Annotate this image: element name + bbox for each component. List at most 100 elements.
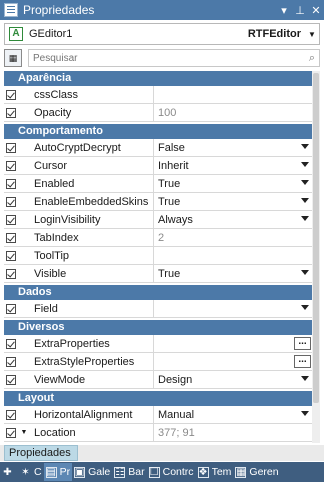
property-checkbox[interactable] xyxy=(6,268,16,279)
property-row[interactable]: EnableEmbeddedSkins True xyxy=(4,193,312,211)
dropdown-arrow-icon[interactable] xyxy=(301,270,309,275)
chevron-down-icon[interactable]: ▼ xyxy=(305,30,319,39)
property-row[interactable]: Opacity 100 xyxy=(4,104,312,122)
ellipsis-button[interactable]: ... xyxy=(294,355,311,368)
scrollbar-thumb[interactable] xyxy=(313,73,319,403)
category-header[interactable]: Comportamento xyxy=(4,124,312,139)
property-checkbox[interactable] xyxy=(6,409,16,420)
property-value[interactable] xyxy=(154,300,312,317)
property-row[interactable]: LoginVisibility Always xyxy=(4,211,312,229)
property-name: Opacity xyxy=(30,104,154,121)
row-gutter xyxy=(4,229,18,246)
dropdown-arrow-icon[interactable] xyxy=(301,411,309,416)
toolbar-item-label: Tem xyxy=(211,466,232,478)
property-value[interactable]: True xyxy=(154,265,312,282)
dropdown-arrow-icon[interactable] xyxy=(301,144,309,149)
object-selector[interactable]: A GEditor1 RTFEditor ▼ xyxy=(4,23,320,45)
property-value[interactable]: True xyxy=(154,175,312,192)
property-row[interactable]: ▼ Location 377; 91 xyxy=(4,424,312,442)
row-indent xyxy=(18,229,30,246)
property-value-text: 377; 91 xyxy=(158,426,195,439)
property-checkbox[interactable] xyxy=(6,107,16,118)
category-header[interactable]: Layout xyxy=(4,391,312,406)
property-name: Field xyxy=(30,300,154,317)
tab-propiedades[interactable]: Propiedades xyxy=(4,445,78,461)
property-checkbox[interactable] xyxy=(6,214,16,225)
property-value[interactable]: 2 xyxy=(154,229,312,246)
property-value[interactable]: False xyxy=(154,139,312,156)
property-value[interactable]: 377; 91 xyxy=(154,424,312,441)
property-row[interactable]: TabIndex 2 xyxy=(4,229,312,247)
property-value[interactable] xyxy=(154,86,312,103)
dropdown-arrow-icon[interactable] xyxy=(301,162,309,167)
row-indent xyxy=(18,139,30,156)
category-header[interactable]: Aparência xyxy=(4,71,312,86)
property-row[interactable]: HorizontalAlignment Manual xyxy=(4,406,312,424)
property-checkbox[interactable] xyxy=(6,250,16,261)
property-row[interactable]: Visible True xyxy=(4,265,312,283)
dropdown-arrow-icon[interactable] xyxy=(301,198,309,203)
toolbar-item-settings[interactable]: ✶ C xyxy=(18,463,44,481)
toolbar-item-bars[interactable]: ☷ Bar xyxy=(112,463,146,481)
property-row[interactable]: cssClass xyxy=(4,86,312,104)
property-value[interactable]: Manual xyxy=(154,406,312,423)
toolbar-item-controls[interactable]: ☐ Contrc xyxy=(147,463,196,481)
panel-menu-icon[interactable]: ▾ xyxy=(276,4,292,17)
property-row[interactable]: AutoCryptDecrypt False xyxy=(4,139,312,157)
property-checkbox[interactable] xyxy=(6,142,16,153)
property-checkbox[interactable] xyxy=(6,303,16,314)
toolbar-item-gallery[interactable]: ▣ Gale xyxy=(72,463,112,481)
close-icon[interactable]: ✕ xyxy=(308,4,324,17)
selected-object-type: RTFEditor xyxy=(247,28,301,40)
property-row[interactable]: Cursor Inherit xyxy=(4,157,312,175)
toolbar-item-manager[interactable]: ▦ Geren xyxy=(233,463,280,481)
row-indent xyxy=(18,371,30,388)
property-checkbox[interactable] xyxy=(6,338,16,349)
pin-icon[interactable]: ⊥ xyxy=(292,4,308,17)
category-header[interactable]: Dados xyxy=(4,285,312,300)
toolbar-item-label: Contrc xyxy=(162,466,194,478)
property-value-text: Inherit xyxy=(158,159,189,172)
property-value[interactable]: Always xyxy=(154,211,312,228)
search-box[interactable]: ⌕ xyxy=(28,49,320,67)
property-checkbox[interactable] xyxy=(6,356,16,367)
property-value-text: Manual xyxy=(158,408,195,421)
search-input[interactable] xyxy=(29,50,319,66)
property-row[interactable]: ExtraProperties... xyxy=(4,335,312,353)
property-checkbox[interactable] xyxy=(6,160,16,171)
property-value[interactable] xyxy=(154,247,312,264)
toolbar-item-add[interactable]: ✚ xyxy=(0,463,18,481)
property-row[interactable]: ViewMode Design xyxy=(4,371,312,389)
property-value[interactable]: Inherit xyxy=(154,157,312,174)
property-value[interactable]: Design xyxy=(154,371,312,388)
property-checkbox[interactable] xyxy=(6,196,16,207)
add-icon: ✚ xyxy=(3,466,12,478)
property-checkbox[interactable] xyxy=(6,232,16,243)
category-header[interactable]: Diversos xyxy=(4,320,312,335)
property-checkbox[interactable] xyxy=(6,427,16,438)
property-row[interactable]: Enabled True xyxy=(4,175,312,193)
dropdown-arrow-icon[interactable] xyxy=(301,376,309,381)
dropdown-arrow-icon[interactable] xyxy=(301,180,309,185)
property-checkbox[interactable] xyxy=(6,89,16,100)
expand-arrow-icon[interactable]: ▼ xyxy=(18,424,30,441)
ellipsis-button[interactable]: ... xyxy=(294,337,311,350)
vertical-scrollbar[interactable] xyxy=(312,71,320,443)
dropdown-arrow-icon[interactable] xyxy=(301,216,309,221)
property-checkbox[interactable] xyxy=(6,178,16,189)
property-name: ViewMode xyxy=(30,371,154,388)
property-value[interactable]: ... xyxy=(154,335,312,352)
property-value[interactable]: 100 xyxy=(154,104,312,121)
toolbar-item-templates[interactable]: ❖ Tem xyxy=(196,463,234,481)
property-row[interactable]: ExtraStyleProperties... xyxy=(4,353,312,371)
property-row[interactable]: Field xyxy=(4,300,312,318)
toolbar-item-properties[interactable]: ▤ Pr xyxy=(43,463,73,481)
bottom-toolbar: ✚ ✶ C ▤ Pr ▣ Gale ☷ Bar ☐ Contrc ❖ Tem ▦ Geren xyxy=(0,462,324,482)
property-row[interactable]: ToolTip xyxy=(4,247,312,265)
sort-categorized-icon[interactable]: ▦ xyxy=(4,49,22,67)
property-value[interactable]: ... xyxy=(154,353,312,370)
dropdown-arrow-icon[interactable] xyxy=(301,305,309,310)
property-value[interactable]: True xyxy=(154,193,312,210)
property-checkbox[interactable] xyxy=(6,374,16,385)
search-icon[interactable]: ⌕ xyxy=(309,52,315,65)
